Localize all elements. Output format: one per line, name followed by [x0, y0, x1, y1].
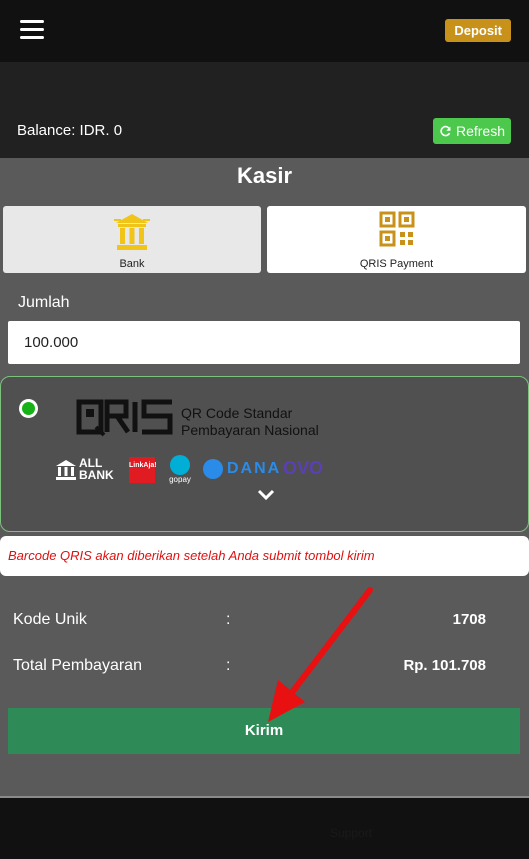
method-bank-label: Bank — [119, 258, 145, 270]
total-payment-colon: : — [226, 657, 231, 674]
menu-icon[interactable] — [20, 20, 44, 40]
partner-linkaja: LinkAja! — [129, 457, 157, 483]
qris-logo — [76, 399, 173, 437]
partner-gopay: gopay — [167, 455, 193, 484]
partner-allbank: ALL BANK — [79, 456, 114, 482]
bank-icon — [114, 214, 150, 250]
qris-subtitle: QR Code Standar Pembayaran Nasional — [181, 405, 319, 439]
method-bank-card[interactable]: Bank — [3, 206, 261, 273]
footer: Support — [0, 796, 529, 859]
all-bank-icon — [56, 460, 76, 480]
footer-text: Support — [330, 826, 373, 840]
method-qris-card[interactable]: QRIS Payment — [267, 206, 526, 273]
top-bar: Deposit — [0, 0, 529, 62]
unique-code-colon: : — [226, 611, 231, 628]
total-payment-label: Total Pembayaran — [13, 657, 142, 674]
qris-radio[interactable] — [19, 399, 38, 418]
method-qris-label: QRIS Payment — [359, 258, 434, 270]
amount-label: Jumlah — [18, 294, 70, 311]
partner-ovo: OVO — [283, 458, 324, 478]
refresh-label: Refresh — [455, 123, 505, 139]
balance-text: Balance: IDR. 0 — [17, 122, 123, 139]
refresh-button[interactable]: Refresh — [432, 118, 511, 144]
chevron-down-icon[interactable] — [257, 489, 275, 501]
balance-bar: Balance: IDR. 0 Refresh — [0, 62, 529, 158]
refresh-icon — [440, 125, 451, 136]
page-title: Kasir — [236, 163, 293, 188]
qris-option-panel[interactable]: QR Code Standar Pembayaran Nasional ALL … — [0, 376, 529, 532]
unique-code-value: 1708 — [452, 611, 486, 628]
partner-dana: DANA — [203, 459, 281, 479]
amount-input[interactable] — [8, 321, 520, 364]
total-payment-value: Rp. 101.708 — [403, 657, 486, 674]
deposit-button[interactable]: Deposit — [445, 19, 511, 42]
qris-subtitle-line1: QR Code Standar — [181, 405, 293, 421]
qris-subtitle-line2: Pembayaran Nasional — [181, 422, 319, 438]
qr-code-icon — [379, 211, 414, 247]
qris-notice: Barcode QRIS akan diberikan setelah Anda… — [0, 536, 529, 576]
unique-code-label: Kode Unik — [13, 611, 87, 628]
submit-button[interactable]: Kirim — [8, 708, 520, 754]
